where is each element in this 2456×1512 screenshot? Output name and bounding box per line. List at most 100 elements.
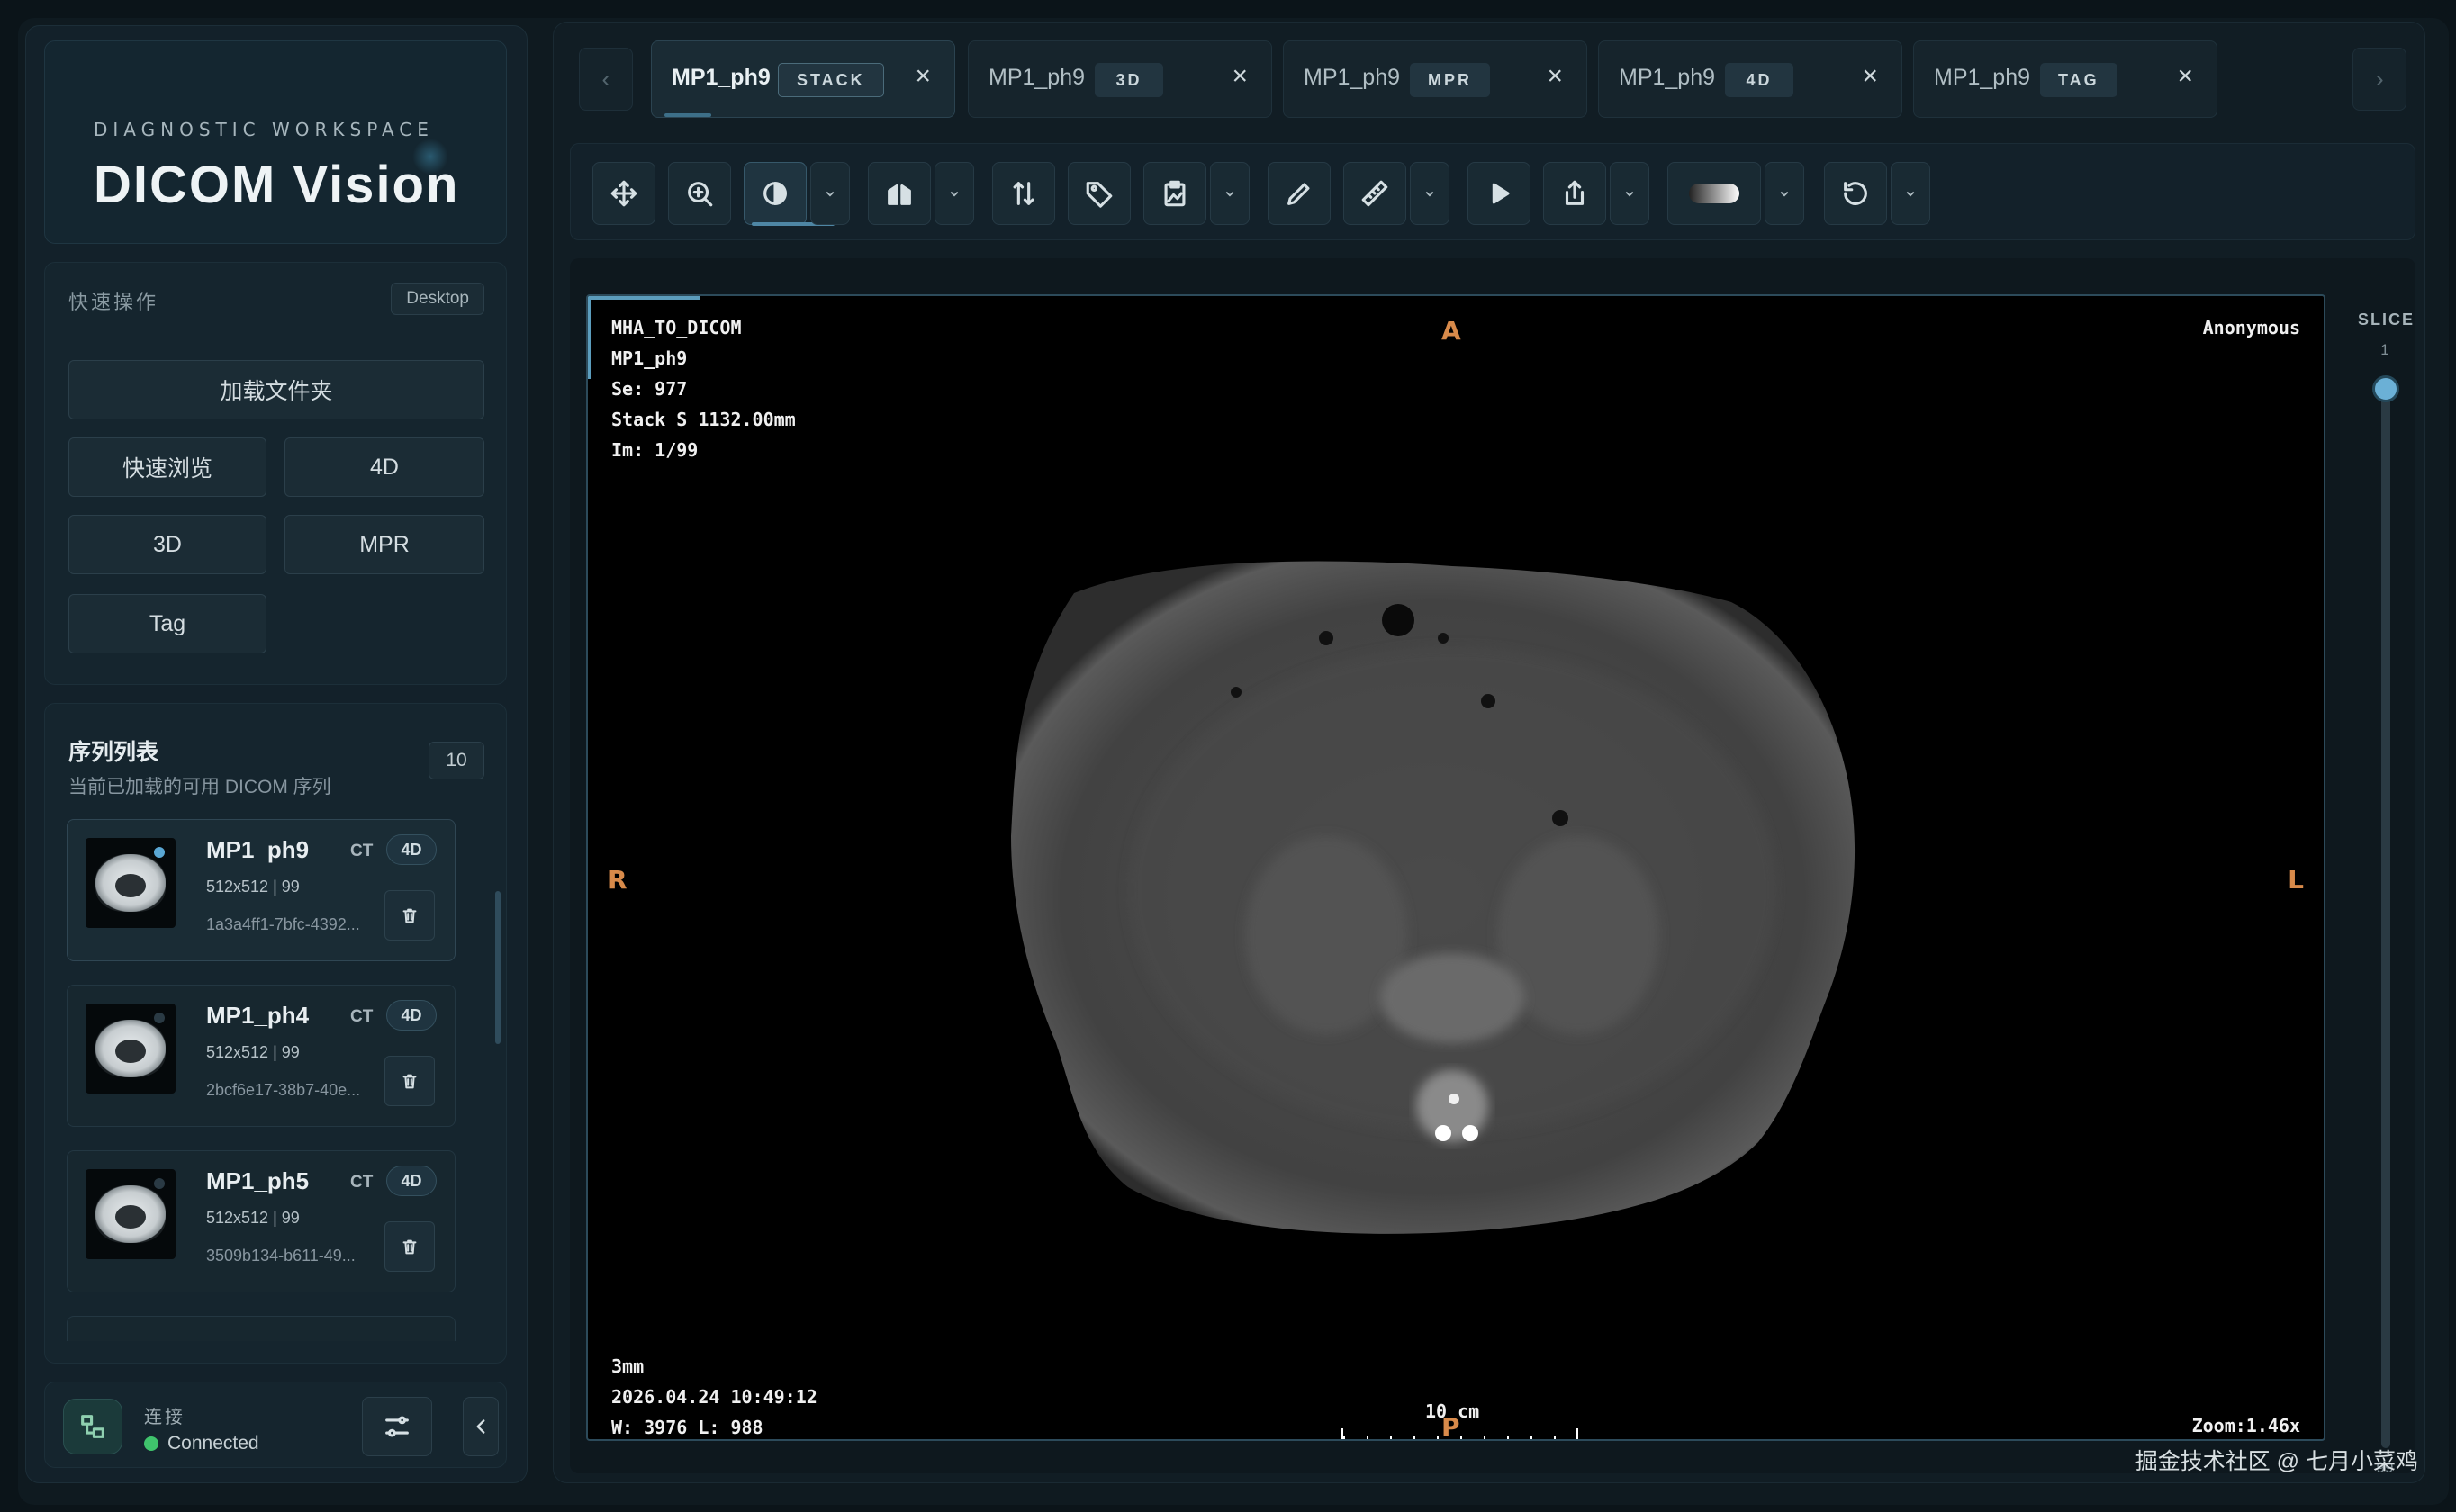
- series-uid: 1a3a4ff1-7bfc-4392...: [206, 915, 360, 933]
- tab-label: MP1_ph9: [1934, 65, 2031, 90]
- close-icon[interactable]: ×: [1232, 61, 1248, 92]
- window-level-dropdown[interactable]: [810, 162, 850, 225]
- swap-vertical-icon: [1013, 182, 1034, 205]
- play-cine-button[interactable]: [1467, 162, 1530, 225]
- series-item-partial[interactable]: [67, 1316, 456, 1341]
- ruler-icon: [1361, 180, 1388, 207]
- tab-3d[interactable]: MP1_ph9 3D ×: [968, 40, 1272, 118]
- scale-bar: [1341, 1428, 1578, 1439]
- series-modality: CT: [350, 1007, 374, 1026]
- overlay-image-index: Im: 1/99: [611, 439, 699, 461]
- slice-track[interactable]: [2381, 382, 2390, 1448]
- delete-series-button[interactable]: [384, 1221, 435, 1272]
- pencil-icon: [1287, 183, 1310, 205]
- close-icon[interactable]: ×: [1862, 61, 1878, 92]
- window-level-tool[interactable]: [744, 162, 835, 226]
- series-name: MP1_ph9: [206, 836, 310, 863]
- delete-series-button[interactable]: [384, 1056, 435, 1106]
- flip-dropdown[interactable]: [935, 162, 974, 225]
- series-thumbnail: [86, 838, 176, 928]
- flip-icon: [888, 184, 911, 205]
- flip-tool[interactable]: [868, 162, 931, 225]
- slice-thumb[interactable]: [2372, 375, 2399, 402]
- series-dimensions: 512x512 | 99: [206, 1043, 300, 1061]
- app-title: DICOM Vision: [94, 156, 460, 214]
- series-scrollbar[interactable]: [495, 819, 502, 1339]
- measure-dropdown[interactable]: [1410, 162, 1449, 225]
- scroll-tool[interactable]: [992, 162, 1055, 225]
- tab-mode-badge: TAG: [2040, 63, 2117, 97]
- ct-slice-image: [1011, 561, 1856, 1234]
- zoom-tool[interactable]: [668, 162, 731, 225]
- overlay-series-number: Se: 977: [611, 378, 688, 400]
- quick-actions-panel: 快速操作 Desktop 加载文件夹 快速浏览 4D 3D MPR Tag: [44, 262, 507, 685]
- report-tool[interactable]: [1143, 162, 1206, 225]
- tab-stack[interactable]: MP1_ph9 STACK ×: [651, 40, 955, 118]
- patient-name-overlay: Anonymous: [2202, 317, 2300, 338]
- chevron-down-icon: [950, 191, 959, 197]
- orientation-top: A: [1441, 316, 1461, 346]
- quick-browse-button[interactable]: 快速浏览: [68, 437, 266, 497]
- tab-label: MP1_ph9: [989, 65, 1086, 90]
- tabs-prev-button[interactable]: ‹: [579, 48, 633, 111]
- series-4d-badge: 4D: [386, 1000, 437, 1030]
- close-icon[interactable]: ×: [915, 61, 931, 92]
- trash-icon: [402, 1239, 417, 1255]
- series-item[interactable]: MP1_ph5 CT 4D 512x512 | 99 3509b134-b611…: [67, 1150, 456, 1292]
- chevron-down-icon: [1225, 191, 1234, 197]
- series-uid: 2bcf6e17-38b7-40e...: [206, 1081, 361, 1099]
- slice-slider[interactable]: SLICE 1 99: [2358, 294, 2415, 1476]
- tabs-next-button[interactable]: ›: [2352, 48, 2406, 111]
- series-thumbnail: [86, 1169, 176, 1259]
- series-dimensions: 512x512 | 99: [206, 1209, 300, 1227]
- scrollbar-thumb[interactable]: [495, 891, 501, 1044]
- delete-series-button[interactable]: [384, 890, 435, 940]
- chevron-left-icon: [476, 1419, 485, 1434]
- export-tool[interactable]: [1543, 162, 1606, 225]
- connected-dot-icon: [144, 1436, 158, 1451]
- play-icon: [1492, 183, 1510, 204]
- open-4d-button[interactable]: 4D: [284, 437, 484, 497]
- open-3d-button[interactable]: 3D: [68, 515, 266, 574]
- open-mpr-button[interactable]: MPR: [284, 515, 484, 574]
- network-icon: [63, 1399, 122, 1454]
- chevron-down-icon: [1780, 191, 1789, 197]
- reset-icon: [1844, 182, 1867, 205]
- clipboard-image-icon: [1164, 180, 1186, 207]
- dicom-viewport[interactable]: MHA_TO_DICOM MP1_ph9 Se: 977 Stack S 113…: [586, 294, 2325, 1441]
- connection-state-text: Connected: [167, 1433, 259, 1454]
- export-dropdown[interactable]: [1610, 162, 1649, 225]
- tab-mode-badge: 3D: [1095, 63, 1163, 97]
- tab-tag[interactable]: MP1_ph9 TAG ×: [1913, 40, 2217, 118]
- tab-4d[interactable]: MP1_ph9 4D ×: [1598, 40, 1902, 118]
- pan-tool[interactable]: [592, 162, 655, 225]
- load-folder-button[interactable]: 加载文件夹: [68, 360, 484, 419]
- settings-button[interactable]: [362, 1397, 432, 1456]
- reset-dropdown[interactable]: [1891, 162, 1930, 225]
- colormap-dropdown[interactable]: [1765, 162, 1804, 225]
- collapse-sidebar-button[interactable]: [463, 1397, 499, 1456]
- zoom-in-icon: [688, 182, 713, 207]
- quick-actions-label: 快速操作: [68, 291, 159, 313]
- patient-info-overlay: MHA_TO_DICOM MP1_ph9 Se: 977 Stack S 113…: [611, 312, 796, 465]
- connection-state: Connected: [144, 1433, 259, 1454]
- chevron-down-icon: [826, 191, 835, 197]
- series-item[interactable]: MP1_ph4 CT 4D 512x512 | 99 2bcf6e17-38b7…: [67, 985, 456, 1127]
- slice-title: SLICE: [2358, 310, 2415, 328]
- tab-label: MP1_ph9: [1304, 65, 1401, 90]
- report-dropdown[interactable]: [1210, 162, 1250, 225]
- annotate-tool[interactable]: [1268, 162, 1331, 225]
- close-icon[interactable]: ×: [2177, 61, 2193, 92]
- main-workspace: ‹ MP1_ph9 STACK × MP1_ph9 3D × MP1_ph9 M…: [553, 22, 2425, 1483]
- colormap-tool[interactable]: [1667, 162, 1761, 225]
- scale-label: 10 cm: [1425, 1400, 1480, 1422]
- measure-tool[interactable]: [1343, 162, 1406, 225]
- close-icon[interactable]: ×: [1547, 61, 1563, 92]
- tab-mpr[interactable]: MP1_ph9 MPR ×: [1283, 40, 1587, 118]
- gradient-icon: [1689, 184, 1739, 203]
- series-item[interactable]: MP1_ph9 CT 4D 512x512 | 99 1a3a4ff1-7bfc…: [67, 819, 456, 961]
- open-tag-button[interactable]: Tag: [68, 594, 266, 653]
- label-tool[interactable]: [1068, 162, 1131, 225]
- acquisition-overlay: 3mm 2026.04.24 10:49:12 W: 3976 L: 988: [611, 1351, 817, 1439]
- reset-tool[interactable]: [1824, 162, 1887, 225]
